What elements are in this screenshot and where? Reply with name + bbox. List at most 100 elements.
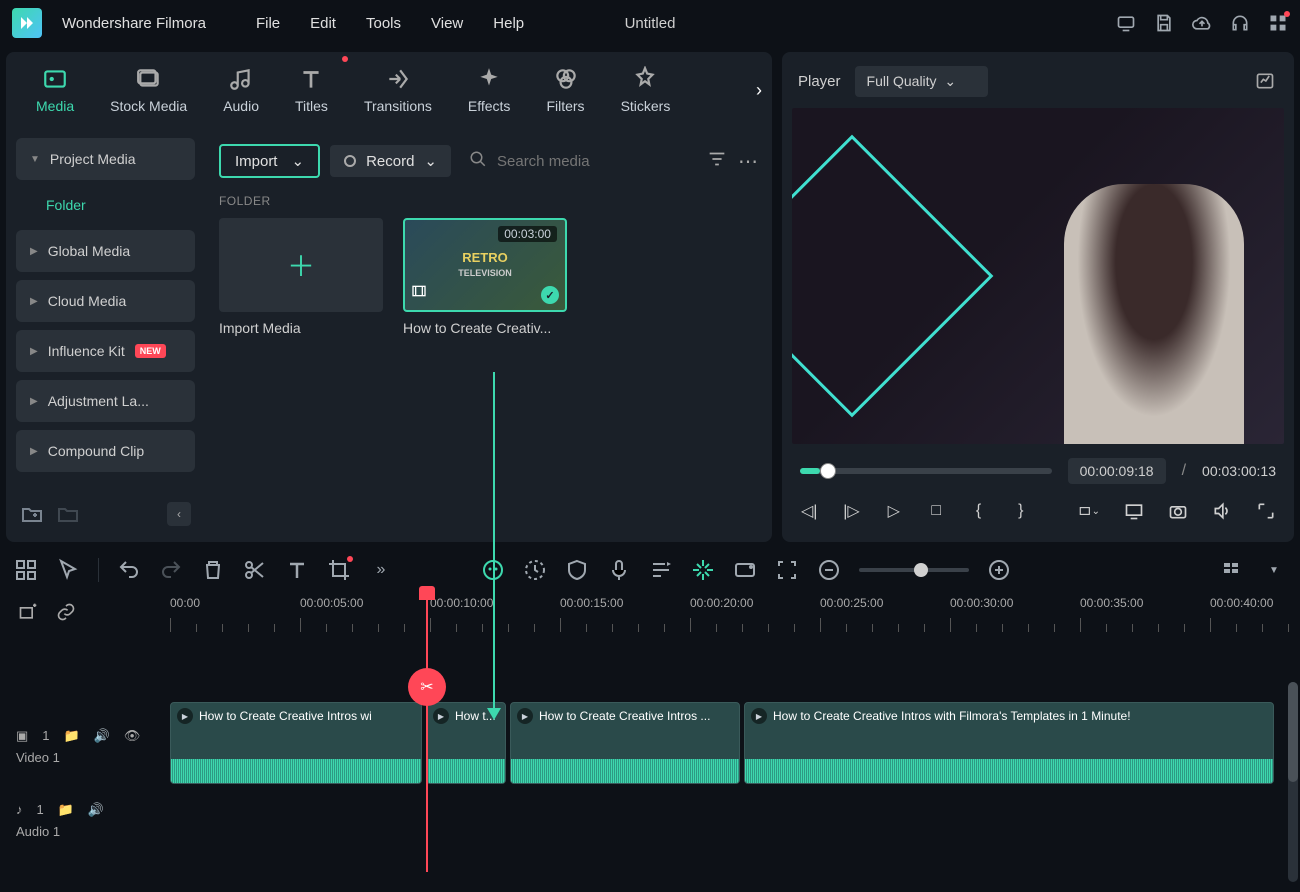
undo-icon[interactable] bbox=[117, 558, 141, 582]
collapse-sidebar-icon[interactable]: ‹ bbox=[167, 502, 191, 526]
sidebar-sub-folder[interactable]: Folder bbox=[16, 188, 195, 222]
mark-out-icon[interactable]: } bbox=[1012, 500, 1030, 522]
sidebar-item-adjustment-layer[interactable]: ▶Adjustment La... bbox=[16, 380, 195, 422]
audio-mixer-icon[interactable] bbox=[649, 558, 673, 582]
next-frame-icon[interactable]: |▷ bbox=[842, 500, 860, 522]
zoom-slider[interactable] bbox=[859, 568, 969, 572]
tab-transitions[interactable]: Transitions bbox=[346, 58, 450, 122]
ruler-time-label: 00:00:05:00 bbox=[300, 596, 363, 610]
menu-tools[interactable]: Tools bbox=[366, 15, 401, 32]
delete-icon[interactable] bbox=[201, 558, 225, 582]
folder-icon[interactable] bbox=[56, 502, 80, 526]
ruler-time-label: 00:00:25:00 bbox=[820, 596, 883, 610]
more-tools-icon[interactable]: » bbox=[369, 558, 393, 582]
text-icon[interactable] bbox=[285, 558, 309, 582]
sidebar-item-cloud-media[interactable]: ▶Cloud Media bbox=[16, 280, 195, 322]
record-button[interactable]: Record⌄ bbox=[330, 145, 451, 177]
headphones-icon[interactable] bbox=[1230, 13, 1250, 33]
total-timecode: 00:03:00:13 bbox=[1202, 463, 1276, 479]
fullscreen-icon[interactable] bbox=[1256, 500, 1276, 522]
ruler-time-label: 00:00:40:00 bbox=[1210, 596, 1273, 610]
timeline-clip[interactable]: ▶How to Create Creative Intros ... bbox=[510, 702, 740, 784]
cloud-upload-icon[interactable] bbox=[1192, 13, 1212, 33]
preview-scrubber[interactable] bbox=[800, 468, 1052, 474]
play-icon[interactable]: ▷ bbox=[885, 500, 903, 522]
timeline-clip[interactable]: ▶How to Create Creative Intros wi bbox=[170, 702, 422, 784]
section-label: FOLDER bbox=[219, 194, 758, 208]
prev-frame-icon[interactable]: ◁| bbox=[800, 500, 818, 522]
more-icon[interactable]: ⋯ bbox=[738, 149, 758, 174]
menu-view[interactable]: View bbox=[431, 15, 463, 32]
timeline-clip[interactable]: ▶How to Create Creative Intros with Film… bbox=[744, 702, 1274, 784]
ratio-icon[interactable]: ⌄ bbox=[1078, 500, 1100, 522]
add-track-icon[interactable] bbox=[16, 600, 40, 624]
titlebar: Wondershare Filmora File Edit Tools View… bbox=[0, 0, 1300, 46]
markers-icon[interactable] bbox=[691, 558, 715, 582]
keyframe-icon[interactable] bbox=[733, 558, 757, 582]
volume-icon[interactable] bbox=[1212, 500, 1232, 522]
tab-stock-media[interactable]: Stock Media bbox=[92, 58, 205, 122]
redo-icon[interactable] bbox=[159, 558, 183, 582]
sidebar-item-project-media[interactable]: ▼Project Media bbox=[16, 138, 195, 180]
zoom-out-icon[interactable] bbox=[817, 558, 841, 582]
playhead[interactable]: ✂ bbox=[426, 592, 428, 872]
view-options-icon[interactable] bbox=[1220, 558, 1244, 582]
tab-stickers[interactable]: Stickers bbox=[603, 58, 689, 122]
video-track-content[interactable]: ▶How to Create Creative Intros wi▶How t.… bbox=[170, 702, 1300, 790]
mute-icon[interactable]: 🔊 bbox=[94, 728, 110, 744]
visibility-icon[interactable]: 👁 bbox=[124, 728, 141, 744]
chevron-down-icon[interactable]: ▼ bbox=[1262, 558, 1286, 582]
tab-audio[interactable]: Audio bbox=[205, 58, 277, 122]
sidebar-item-global-media[interactable]: ▶Global Media bbox=[16, 230, 195, 272]
tab-media[interactable]: Media bbox=[18, 58, 92, 122]
grid-icon[interactable] bbox=[14, 558, 38, 582]
quality-select[interactable]: Full Quality ⌄ bbox=[855, 66, 989, 97]
check-icon: ✓ bbox=[541, 286, 559, 304]
cursor-icon[interactable] bbox=[56, 558, 80, 582]
plus-icon: ＋ bbox=[287, 245, 315, 285]
timeline-scrollbar[interactable] bbox=[1288, 682, 1298, 882]
shield-icon[interactable] bbox=[565, 558, 589, 582]
link-icon[interactable] bbox=[54, 600, 78, 624]
snapshot-chart-icon[interactable] bbox=[1252, 71, 1278, 91]
camera-icon[interactable] bbox=[1168, 500, 1188, 522]
audio-track-icon: ♪ bbox=[16, 802, 23, 817]
folder-icon[interactable]: 📁 bbox=[58, 802, 74, 818]
document-title: Untitled bbox=[625, 15, 676, 32]
mic-icon[interactable] bbox=[607, 558, 631, 582]
menu-help[interactable]: Help bbox=[493, 15, 524, 32]
chevron-right-icon[interactable]: › bbox=[756, 80, 762, 101]
video-track-icon: ▣ bbox=[16, 728, 28, 744]
apps-grid-icon[interactable] bbox=[1268, 13, 1288, 33]
scissors-icon[interactable] bbox=[243, 558, 267, 582]
crop-icon[interactable] bbox=[327, 558, 351, 582]
screen-icon[interactable] bbox=[1116, 13, 1136, 33]
tab-filters[interactable]: Filters bbox=[528, 58, 602, 122]
media-clip-card[interactable]: RETROTELEVISION 00:03:00 ✓ How to Create… bbox=[403, 218, 567, 336]
filter-icon[interactable] bbox=[706, 148, 728, 175]
import-media-card[interactable]: ＋ Import Media bbox=[219, 218, 383, 336]
mute-icon[interactable]: 🔊 bbox=[88, 802, 104, 818]
fit-icon[interactable] bbox=[775, 558, 799, 582]
sidebar-item-compound-clip[interactable]: ▶Compound Clip bbox=[16, 430, 195, 472]
mark-in-icon[interactable]: { bbox=[969, 500, 987, 522]
menu-edit[interactable]: Edit bbox=[310, 15, 336, 32]
display-icon[interactable] bbox=[1124, 500, 1144, 522]
record-dot-icon bbox=[344, 155, 356, 167]
sidebar-item-influence-kit[interactable]: ▶Influence KitNEW bbox=[16, 330, 195, 372]
save-icon[interactable] bbox=[1154, 13, 1174, 33]
import-button[interactable]: Import⌄ bbox=[219, 144, 320, 178]
cut-marker-icon[interactable]: ✂ bbox=[408, 668, 446, 706]
timeline-ruler[interactable]: ✂ 00:0000:00:05:0000:00:10:0000:00:15:00… bbox=[170, 592, 1300, 632]
search-input[interactable] bbox=[497, 153, 696, 170]
folder-add-icon[interactable] bbox=[20, 502, 44, 526]
speed-icon[interactable] bbox=[523, 558, 547, 582]
tab-effects[interactable]: Effects bbox=[450, 58, 529, 122]
transitions-icon bbox=[385, 66, 411, 92]
menu-file[interactable]: File bbox=[256, 15, 280, 32]
folder-icon[interactable]: 📁 bbox=[64, 728, 80, 744]
tab-titles[interactable]: Titles bbox=[277, 58, 346, 122]
zoom-in-icon[interactable] bbox=[987, 558, 1011, 582]
stop-icon[interactable]: □ bbox=[927, 500, 945, 522]
preview-video[interactable] bbox=[792, 108, 1284, 444]
